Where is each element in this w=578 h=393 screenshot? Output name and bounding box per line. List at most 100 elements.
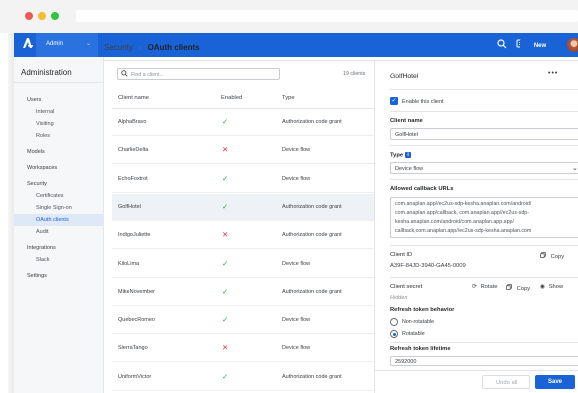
enable-client-label: Enable this client xyxy=(402,98,444,105)
more-options-icon[interactable]: ••• xyxy=(548,70,558,77)
minimize-window-icon[interactable] xyxy=(38,12,46,20)
rotate-secret-button[interactable]: ⟳ Rotate xyxy=(472,284,498,290)
check-icon: ✓ xyxy=(222,315,229,325)
sidebar-item-models[interactable]: Models xyxy=(27,149,45,155)
table-row[interactable]: AlphaBravo ✓ Authorization code grant xyxy=(112,109,374,136)
table-row[interactable]: QuebecRomeo ✓ Device flow xyxy=(112,307,374,335)
table-row[interactable]: UniformVictor ✓ Authorization code grant xyxy=(112,364,374,391)
sidebar-item-audit[interactable]: Audit xyxy=(36,229,49,235)
type-label-text: Type xyxy=(390,152,404,159)
detail-divider xyxy=(390,342,578,343)
column-header-name[interactable]: Client name xyxy=(118,95,149,101)
chevron-down-icon: ⌄ xyxy=(86,41,92,47)
table-row[interactable]: IndigoJuliette ✕ Authorization code grant xyxy=(112,222,374,250)
search-icon[interactable] xyxy=(497,39,507,52)
column-header-type[interactable]: Type xyxy=(282,95,295,101)
type-label: Type i xyxy=(390,152,412,159)
save-button[interactable]: Save xyxy=(535,375,575,389)
avatar[interactable] xyxy=(567,38,578,52)
address-bar[interactable] xyxy=(76,10,578,22)
workspace-label: Admin xyxy=(46,41,64,47)
table-row[interactable]: CharlieDelta ✕ Device flow xyxy=(112,137,374,165)
client-name-cell: GolfHotel xyxy=(118,203,141,210)
refresh-option-non-rotatable[interactable] xyxy=(390,318,398,326)
table-row[interactable]: EchoFoxtrot ✓ Device flow xyxy=(112,166,374,193)
sidebar-item-security[interactable]: Security xyxy=(27,181,47,187)
sidebar-item-visiting[interactable]: Visiting xyxy=(36,121,54,127)
chevron-down-icon: ⌄ xyxy=(572,165,578,172)
detail-panel: GolfHotel ••• ✓ Enable this client Clien… xyxy=(390,61,578,366)
sidebar-item-oauth-clients[interactable]: OAuth clients xyxy=(36,217,69,223)
client-name-field[interactable]: GolfHotel xyxy=(390,128,578,140)
refresh-option-label: Rotatable xyxy=(402,331,425,337)
client-secret-value: Hidden xyxy=(390,295,408,301)
sidebar-item-integrations[interactable]: Integrations xyxy=(27,245,56,251)
cross-icon: ✕ xyxy=(222,145,229,155)
copy-label: Copy xyxy=(550,254,565,260)
callback-urls-label: Allowed callback URLs xyxy=(390,186,454,192)
copy-secret-button[interactable]: Copy xyxy=(506,284,530,292)
footer-divider xyxy=(375,370,578,371)
anaplan-logo-icon[interactable] xyxy=(22,37,33,52)
table-row[interactable]: KiloLima ✓ Device flow xyxy=(112,251,374,278)
token-lifetime-field[interactable]: 2592000 xyxy=(390,356,578,366)
table-row[interactable]: GolfHotel ✓ Authorization code grant xyxy=(112,193,374,221)
sidebar-item-certificates[interactable]: Certificates xyxy=(36,193,64,199)
client-name-cell: CharlieDelta xyxy=(118,147,149,154)
client-type-cell: Authorization code grant xyxy=(282,288,342,295)
callback-urls-field[interactable]: com.anaplan.app//ec2us-sdp-kesha.anaplan… xyxy=(390,197,578,238)
sidebar-item-settings[interactable]: Settings xyxy=(27,273,47,279)
search-placeholder: Find a client... xyxy=(131,71,164,78)
client-name-cell: IndigoJuliette xyxy=(118,232,151,239)
sidebar-item-workspaces[interactable]: Workspaces xyxy=(27,165,57,171)
client-type-cell: Authorization code grant xyxy=(282,373,342,380)
check-icon: ✓ xyxy=(222,286,229,296)
maximize-window-icon[interactable] xyxy=(51,12,59,20)
close-window-icon[interactable] xyxy=(25,12,33,20)
show-secret-button[interactable]: ◉ Show xyxy=(540,284,563,290)
breadcrumb: Security › OAuth clients xyxy=(104,43,200,52)
table-row[interactable]: MikeNovember ✓ Authorization code grant xyxy=(112,279,374,306)
sidebar-item-internal[interactable]: Internal xyxy=(36,109,54,115)
search-input[interactable]: Find a client... xyxy=(117,68,280,80)
sidebar-item-roles[interactable]: Roles xyxy=(36,133,50,139)
sidebar-divider xyxy=(14,82,104,83)
check-icon: ✓ xyxy=(222,258,229,268)
chevron-right-icon: › xyxy=(138,43,142,52)
refresh-option-label: Non-rotatable xyxy=(402,319,435,325)
check-icon: ✓ xyxy=(222,371,229,381)
client-type-cell: Device flow xyxy=(282,175,311,182)
workspace-switcher[interactable]: Admin ⌄ xyxy=(36,33,98,57)
callback-url-line: com.anaplan.app/callback, com.anaplan.ap… xyxy=(395,210,529,216)
sidebar-title: Administration xyxy=(21,68,72,77)
refresh-option-rotatable[interactable] xyxy=(390,330,398,338)
client-type-cell: Authorization code grant xyxy=(282,232,342,239)
breadcrumb-parent[interactable]: Security xyxy=(104,43,133,52)
enable-client-checkbox[interactable]: ✓ xyxy=(390,97,398,105)
client-type-cell: Authorization code grant xyxy=(282,203,342,210)
token-lifetime-value: 2592000 xyxy=(395,358,417,365)
callback-url-line: callback,com.anaplan.app//ec2us-sdp-kesh… xyxy=(395,228,532,234)
copy-icon xyxy=(540,252,546,258)
client-name-cell: SierraTango xyxy=(118,345,148,352)
client-type-cell: Authorization code grant xyxy=(282,119,342,125)
cross-icon: ✕ xyxy=(222,343,229,353)
detail-divider xyxy=(390,277,578,278)
type-select[interactable]: Device flow ⌄ xyxy=(390,162,578,174)
copy-client-id-button[interactable]: Copy xyxy=(540,252,564,260)
sidebar-item-slack[interactable]: Slack xyxy=(36,257,49,263)
table-row[interactable]: SierraTango ✕ Device flow xyxy=(112,335,374,363)
undo-all-button[interactable]: Undo all xyxy=(482,375,530,389)
client-secret-label: Client secret xyxy=(390,284,423,290)
client-type-cell: Device flow xyxy=(282,260,311,267)
sidebar-item-users[interactable]: Users xyxy=(27,97,41,103)
client-name-cell: AlphaBravo xyxy=(118,119,147,125)
new-button[interactable]: New xyxy=(520,39,560,54)
detail-divider xyxy=(390,179,578,180)
column-header-enabled[interactable]: Enabled xyxy=(221,95,242,101)
check-icon: ✓ xyxy=(222,173,229,183)
rotate-icon: ⟳ xyxy=(472,284,477,290)
info-icon[interactable]: i xyxy=(405,152,412,158)
detail-divider xyxy=(390,89,578,90)
sidebar-item-single-sign-on[interactable]: Single Sign-on xyxy=(36,205,72,211)
